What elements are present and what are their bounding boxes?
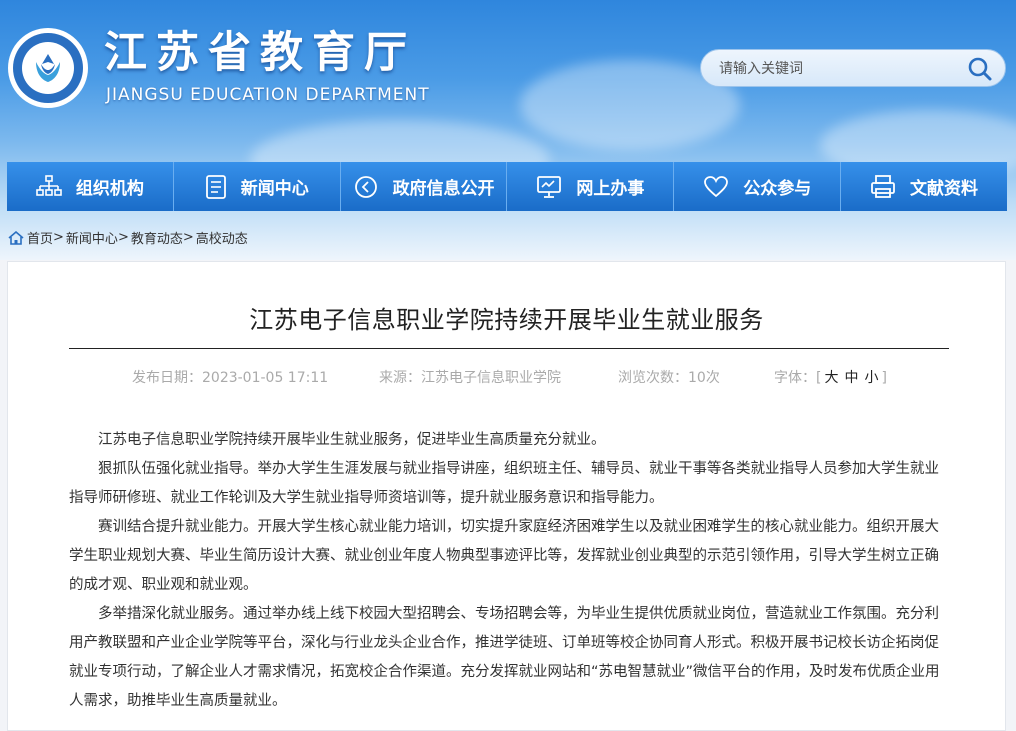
article-paragraph: 江苏电子信息职业学院持续开展毕业生就业服务，促进毕业生高质量充分就业。: [98, 432, 606, 448]
title-divider: [69, 348, 949, 349]
article-title: 江苏电子信息职业学院持续开展毕业生就业服务: [249, 306, 764, 334]
breadcrumb-home[interactable]: 首页: [27, 228, 53, 247]
font-size-label: 字体：: [774, 370, 816, 386]
heart-icon: [704, 175, 729, 197]
search-icon[interactable]: [967, 56, 993, 82]
breadcrumb-news-center[interactable]: 新闻中心: [66, 228, 118, 247]
font-medium-link[interactable]: 中: [844, 370, 858, 386]
font-size-switcher: 字体：[大中小]: [774, 367, 887, 387]
nav-label: 新闻中心: [240, 179, 309, 199]
article-paragraph: 狠抓队伍强化就业指导。举办大学生生涯发展与就业指导讲座，组织班主任、辅导员、就业…: [69, 461, 939, 506]
view-count-label: 浏览次数：: [618, 370, 688, 386]
publish-date-value: 2023-01-05 17:11: [202, 370, 329, 386]
breadcrumb-separator: >: [182, 230, 194, 245]
nav-item-documents[interactable]: 文献资料: [841, 162, 1007, 211]
nav-item-public-participation[interactable]: 公众参与: [674, 162, 842, 211]
search-input[interactable]: [717, 58, 951, 80]
site-title[interactable]: 江苏省教育厅: [104, 28, 416, 78]
publish-date: 发布日期：2023-01-05 17:11: [132, 367, 328, 387]
source-label: 来源：: [379, 370, 421, 386]
article-panel: 江苏电子信息职业学院持续开展毕业生就业服务 发布日期：2023-01-05 17…: [7, 261, 1006, 731]
nav-item-gov-info[interactable]: 政府信息公开: [340, 162, 508, 211]
view-count-value: 10次: [688, 370, 720, 386]
nav-label: 公众参与: [743, 179, 812, 199]
logo-emblem-icon[interactable]: [8, 28, 88, 108]
nav-item-org[interactable]: 组织机构: [7, 162, 174, 211]
breadcrumb-separator: >: [53, 230, 64, 245]
org-chart-icon: [36, 174, 62, 196]
breadcrumb-separator: >: [117, 230, 129, 245]
search-box: [700, 49, 1006, 87]
nav-label: 文献资料: [910, 179, 979, 199]
circle-arrow-icon: [354, 175, 377, 198]
font-bracket: [: [816, 370, 822, 386]
article-paragraph: 赛训结合提升就业能力。开展大学生核心就业能力培训，切实提升家庭经济困难学生以及就…: [69, 519, 939, 593]
nav-item-news[interactable]: 新闻中心: [173, 162, 341, 211]
nav-item-online-services[interactable]: 网上办事: [507, 162, 675, 211]
nav-label: 政府信息公开: [392, 179, 495, 199]
breadcrumb: 首页 > 新闻中心 > 教育动态 > 高校动态: [8, 228, 248, 247]
publish-date-label: 发布日期：: [132, 370, 202, 386]
font-bracket: ]: [881, 370, 887, 386]
printer-icon: [871, 174, 895, 198]
nav-label: 组织机构: [75, 179, 144, 199]
nav-label: 网上办事: [576, 179, 645, 199]
source-value: 江苏电子信息职业学院: [421, 370, 561, 386]
site-header: 江苏省教育厅 JIANGSU EDUCATION DEPARTMENT: [0, 0, 1016, 260]
home-icon: [8, 230, 24, 245]
source: 来源：江苏电子信息职业学院: [379, 367, 561, 387]
article-body: 江苏电子信息职业学院持续开展毕业生就业服务，促进毕业生高质量充分就业。 狠抓队伍…: [69, 426, 949, 716]
article-paragraph: 多举措深化就业服务。通过举办线上线下校园大型招聘会、专场招聘会等，为毕业生提供优…: [69, 606, 940, 709]
monitor-icon: [537, 175, 562, 198]
breadcrumb-education-news[interactable]: 教育动态: [131, 228, 183, 247]
font-small-link[interactable]: 小: [864, 370, 878, 386]
site-subtitle: JIANGSU EDUCATION DEPARTMENT: [106, 85, 430, 105]
document-icon: [205, 174, 226, 199]
main-nav: 组织机构 新闻中心 政府信息公开 网上办事 公众参与 文献资料: [7, 162, 1007, 211]
font-large-link[interactable]: 大: [824, 370, 838, 386]
breadcrumb-university-news[interactable]: 高校动态: [196, 228, 248, 247]
view-count: 浏览次数：10次: [618, 367, 720, 387]
